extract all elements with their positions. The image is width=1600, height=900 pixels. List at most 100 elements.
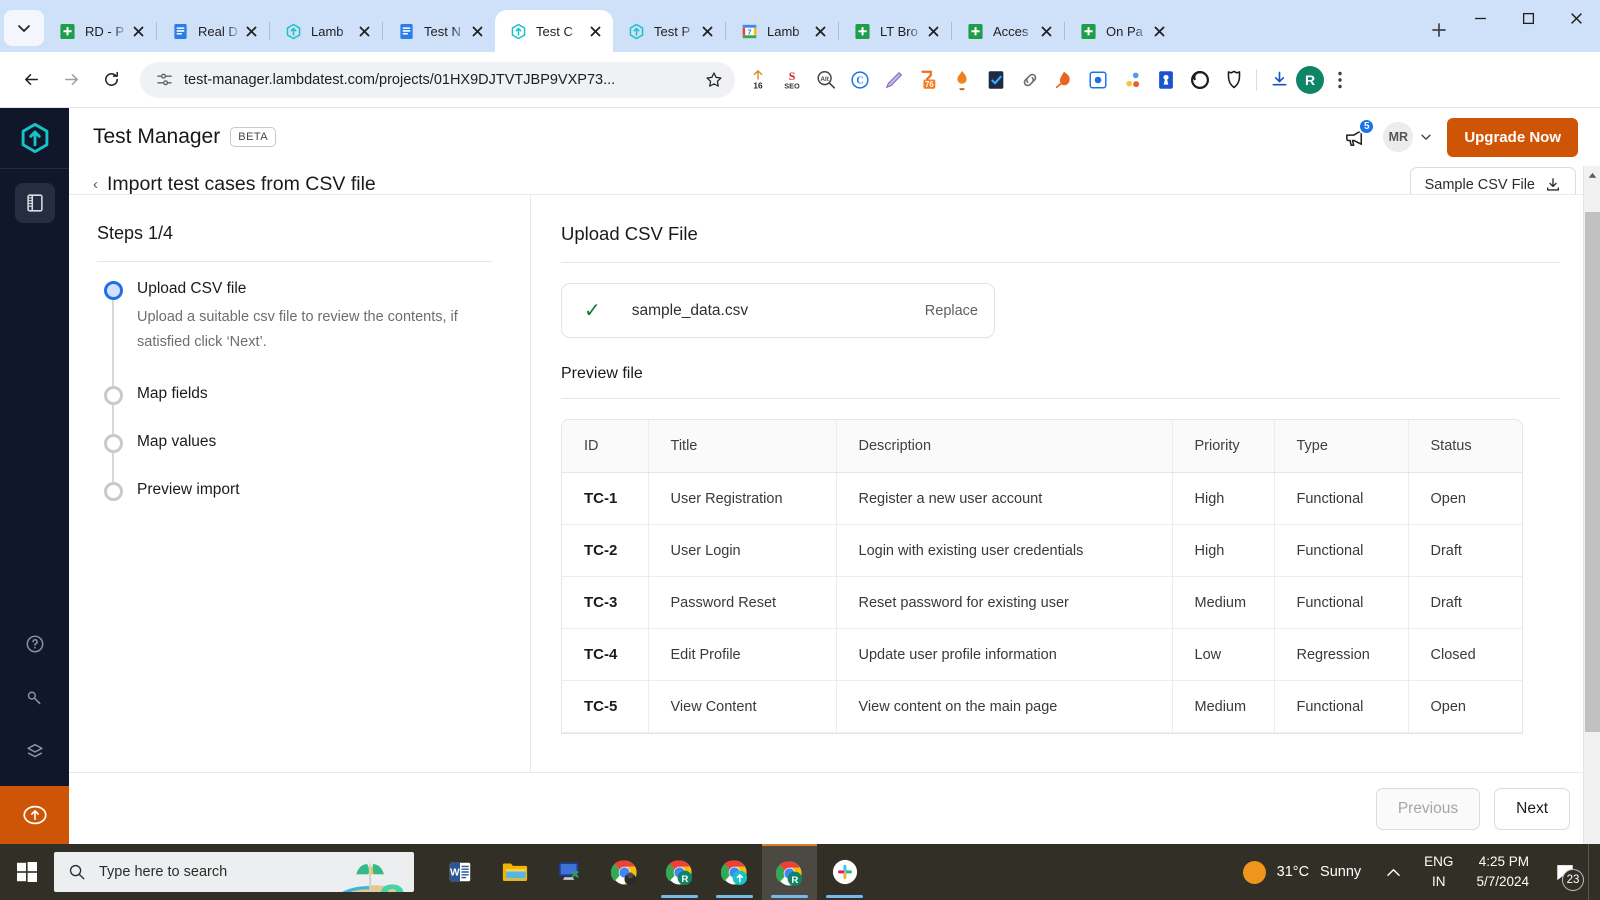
close-window-button[interactable] — [1552, 0, 1600, 36]
loom-extension[interactable] — [1185, 65, 1215, 95]
tab-close-button[interactable] — [1149, 21, 1169, 41]
table-header-row: ID Title Description Priority Type Status — [562, 420, 1522, 473]
browser-tab[interactable]: Acces — [952, 10, 1064, 52]
start-button[interactable] — [0, 844, 54, 900]
highlighter-pen-extension[interactable] — [879, 65, 909, 95]
fire-torch-extension[interactable] — [947, 65, 977, 95]
taskbar-search-box[interactable]: Type here to search — [54, 852, 414, 892]
upgrade-now-button[interactable]: Upgrade Now — [1447, 117, 1578, 157]
back-button[interactable] — [12, 61, 50, 99]
table-row[interactable]: TC-4 Edit Profile Update user profile info… — [562, 628, 1522, 681]
page-scrollbar[interactable] — [1583, 166, 1600, 844]
scroll-up-button[interactable] — [1584, 166, 1600, 184]
checkmark-extension[interactable] — [981, 65, 1011, 95]
tab-close-button[interactable] — [354, 21, 374, 41]
table-row[interactable]: TC-2 User Login Login with existing user c… — [562, 524, 1522, 577]
chrome-menu-button[interactable] — [1326, 65, 1354, 95]
tab-close-button[interactable] — [1036, 21, 1056, 41]
user-menu[interactable]: MR — [1383, 122, 1433, 152]
copyscape-extension[interactable]: C — [845, 65, 875, 95]
plus-icon — [1432, 23, 1446, 37]
tab-close-button[interactable] — [467, 21, 487, 41]
tab-close-button[interactable] — [810, 21, 830, 41]
sidebar-upgrade-button[interactable] — [0, 786, 69, 844]
step-item-active[interactable]: Upload CSV file Upload a suitable csv fil… — [97, 280, 492, 391]
replace-file-button[interactable]: Replace — [925, 303, 978, 319]
browser-tab[interactable]: LT Bro — [839, 10, 951, 52]
announcements-button[interactable]: 5 — [1341, 118, 1376, 151]
lambdatest-logo[interactable] — [0, 108, 69, 168]
profile-avatar[interactable]: R — [1296, 65, 1324, 94]
weather-widget[interactable]: 31°C Sunny — [1231, 860, 1374, 884]
browser-tab[interactable]: Lamb — [270, 10, 382, 52]
seo-76-extension[interactable]: 76 — [913, 65, 943, 95]
browser-tab-active[interactable]: Test C — [495, 10, 613, 52]
language-indicator[interactable]: ENG IN — [1414, 852, 1463, 891]
tab-close-button[interactable] — [585, 21, 605, 41]
sample-csv-file-button[interactable]: Sample CSV File — [1409, 167, 1576, 194]
table-row[interactable]: TC-1 User Registration Register a new user… — [562, 472, 1522, 525]
browser-tab[interactable]: Real D — [157, 10, 269, 52]
tab-close-button[interactable] — [697, 21, 717, 41]
tab-close-button[interactable] — [241, 21, 261, 41]
browser-tab[interactable]: 7 Lamb — [726, 10, 838, 52]
minimize-button[interactable] — [1456, 0, 1504, 36]
alt-text-magnifier-extension[interactable]: Alt — [811, 65, 841, 95]
tab-close-button[interactable] — [923, 21, 943, 41]
taskbar-app-chrome-lt[interactable] — [707, 844, 762, 900]
back-chevron-icon[interactable]: ‹ — [93, 177, 98, 192]
shield-extension[interactable] — [1219, 65, 1249, 95]
step-label: Map fields — [137, 384, 208, 402]
taskbar-app-remote-desktop[interactable] — [542, 844, 597, 900]
sidebar-item-integrations[interactable] — [15, 732, 55, 772]
browser-tab[interactable]: Test P — [613, 10, 725, 52]
notification-badge: 5 — [1358, 118, 1376, 135]
show-desktop-button[interactable] — [1588, 844, 1596, 900]
browser-toolbar: test-manager.lambdatest.com/projects/01H… — [0, 52, 1600, 108]
downloads-button[interactable] — [1264, 65, 1294, 95]
sidebar-item-test-manager[interactable] — [14, 183, 55, 223]
maximize-button[interactable] — [1504, 0, 1552, 36]
next-button[interactable]: Next — [1494, 787, 1570, 830]
sidebar-item-access-key[interactable] — [15, 678, 55, 718]
bookmark-star-icon[interactable] — [703, 69, 725, 91]
forward-button[interactable] — [52, 61, 90, 99]
table-row[interactable]: TC-5 View Content View content on the main… — [562, 680, 1522, 733]
clock[interactable]: 4:25 PM 5/7/2024 — [1463, 852, 1542, 891]
browser-tab[interactable]: RD - P — [44, 10, 156, 52]
screenshot-extension[interactable] — [1083, 65, 1113, 95]
step-item[interactable]: Preview import — [97, 481, 492, 529]
taskbar-app-chrome-person[interactable] — [597, 844, 652, 900]
taskbar-app-file-explorer[interactable] — [487, 844, 542, 900]
reload-button[interactable] — [92, 61, 130, 99]
bitwarden-extension[interactable] — [1151, 65, 1181, 95]
link-chain-extension[interactable] — [1015, 65, 1045, 95]
language-region: IN — [1432, 874, 1446, 889]
taskbar-app-chrome-r[interactable]: R — [652, 844, 707, 900]
action-center-button[interactable]: 23 — [1542, 844, 1588, 900]
step-item[interactable]: Map fields — [97, 384, 492, 439]
previous-button[interactable]: Previous — [1375, 787, 1481, 830]
table-cell: High — [1172, 472, 1275, 525]
taskbar-app-word[interactable]: W — [432, 844, 487, 900]
sidebar-divider — [0, 168, 69, 169]
scrollbar-thumb[interactable] — [1585, 212, 1600, 732]
dots-extension[interactable] — [1117, 65, 1147, 95]
taskbar-app-chrome-r-active[interactable]: R — [762, 844, 817, 900]
site-settings-icon[interactable] — [154, 70, 174, 90]
show-hidden-icons-button[interactable] — [1373, 868, 1414, 877]
address-bar[interactable]: test-manager.lambdatest.com/projects/01H… — [140, 61, 735, 98]
sidebar-item-help[interactable] — [15, 624, 55, 664]
seo-extension[interactable]: S SEO — [777, 65, 807, 95]
new-tab-button[interactable] — [1422, 13, 1456, 47]
taskbar-app-slack[interactable] — [817, 844, 872, 900]
table-row[interactable]: TC-3 Password Reset Reset password for exi… — [562, 576, 1522, 629]
toolbar-divider — [1256, 68, 1257, 91]
browser-tab[interactable]: Test N — [383, 10, 495, 52]
tab-search-button[interactable] — [4, 10, 44, 46]
step-item[interactable]: Map values — [97, 433, 492, 487]
browser-tab[interactable]: On Pa — [1065, 10, 1177, 52]
compass-16-extension[interactable]: 16 — [743, 65, 773, 95]
tab-close-button[interactable] — [128, 21, 148, 41]
leaf-extension[interactable] — [1049, 65, 1079, 95]
